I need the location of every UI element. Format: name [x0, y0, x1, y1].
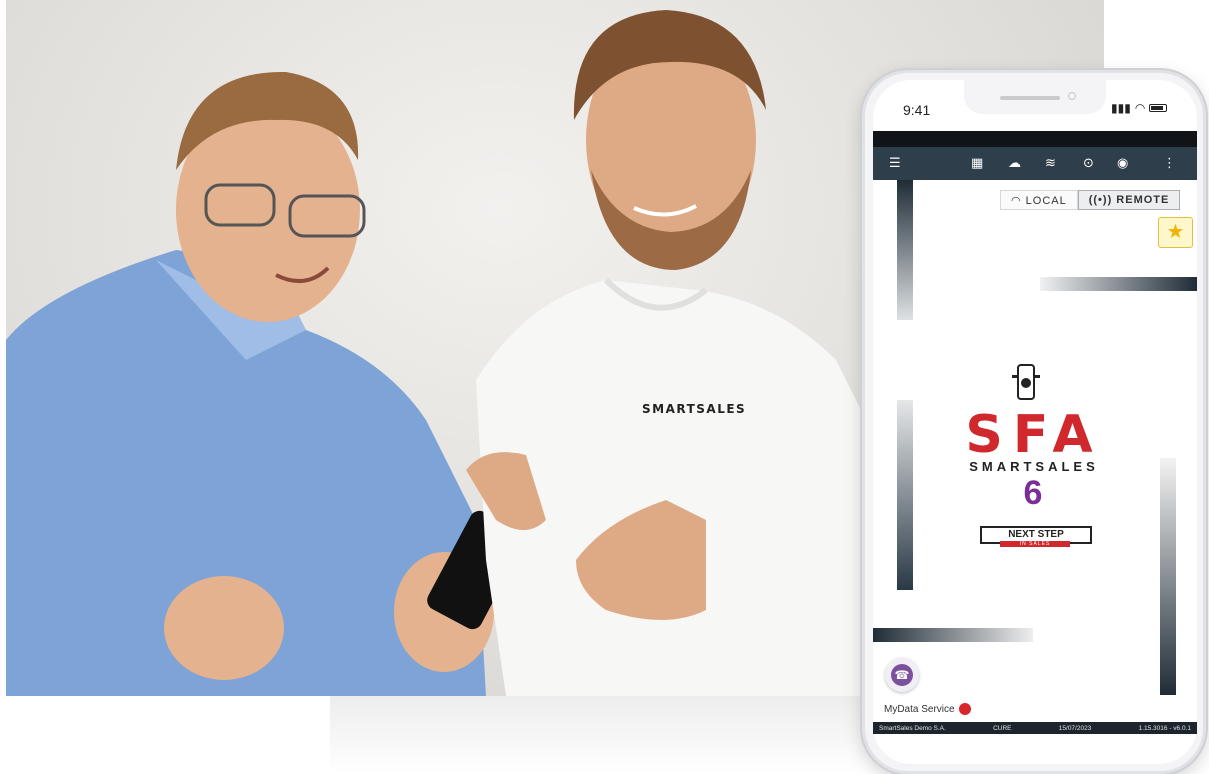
more-icon[interactable]: ⋮: [1163, 155, 1176, 171]
cloud-icon[interactable]: ☁: [1008, 155, 1021, 171]
star-icon: ★: [1166, 221, 1185, 243]
location-icon[interactable]: ⊙: [1083, 155, 1094, 171]
decor-bar: [1040, 277, 1197, 291]
remote-label: REMOTE: [1116, 194, 1170, 206]
globe-icon[interactable]: ◉: [1117, 155, 1128, 171]
grid-icon[interactable]: ▦: [971, 155, 983, 171]
wifi-icon[interactable]: ≋: [1045, 155, 1056, 171]
battery-icon: [1149, 104, 1168, 112]
service-status: MyData Service: [884, 703, 971, 715]
brand-version: 6: [1023, 474, 1043, 512]
decor-bar: [873, 628, 1033, 642]
favorite-star-button[interactable]: ★: [1158, 217, 1193, 248]
connection-toggle: ◠ LOCAL ((•)) REMOTE: [1000, 190, 1181, 210]
app-toolbar: ☰ ▦ ☁ ≋ ⊙ ◉ ⋮: [873, 147, 1197, 180]
phone-touch-icon: [1012, 364, 1040, 400]
footer-user: CURE: [993, 724, 1012, 732]
brand-name: SMARTSALES: [969, 459, 1099, 474]
remote-tab[interactable]: ((•)) REMOTE: [1077, 190, 1181, 210]
app-top-strip: [873, 131, 1197, 147]
footer-version: 1.15.3016 - v6.0.1: [1138, 724, 1191, 732]
local-label: LOCAL: [1025, 195, 1067, 207]
status-time: 9:41: [903, 102, 931, 118]
phone-camera: [1068, 92, 1076, 100]
phone-speaker: [1000, 96, 1060, 100]
shirt-logo: SMARTSALES: [642, 402, 747, 416]
app-footer: SmartSales Demo S.A. CURE 15/07/2023 1.1…: [873, 722, 1197, 734]
decor-bar: [897, 180, 913, 320]
decor-bar: [1160, 458, 1176, 695]
wifi-status-icon: ◠: [1134, 101, 1146, 115]
viber-button[interactable]: ☎: [885, 658, 919, 692]
local-tab[interactable]: ◠ LOCAL: [1000, 190, 1078, 210]
viber-icon: ☎: [891, 664, 913, 686]
brand-logo-sfa: SFA: [965, 405, 1103, 465]
signal-icon: ▮▮▮: [1111, 101, 1131, 115]
decor-bar: [897, 400, 913, 590]
wifi-small-icon: ◠: [1011, 195, 1026, 207]
footer-company: SmartSales Demo S.A.: [879, 724, 946, 732]
footer-date: 15/07/2023: [1058, 724, 1092, 732]
menu-icon[interactable]: ☰: [889, 155, 901, 171]
service-status-dot: [958, 703, 971, 715]
brand-tagline-sub: IN SALES: [1000, 541, 1070, 547]
antenna-icon: ((•)): [1088, 194, 1117, 206]
status-icons: ▮▮▮ ◠: [1111, 101, 1168, 115]
service-label: MyData Service: [884, 703, 955, 715]
